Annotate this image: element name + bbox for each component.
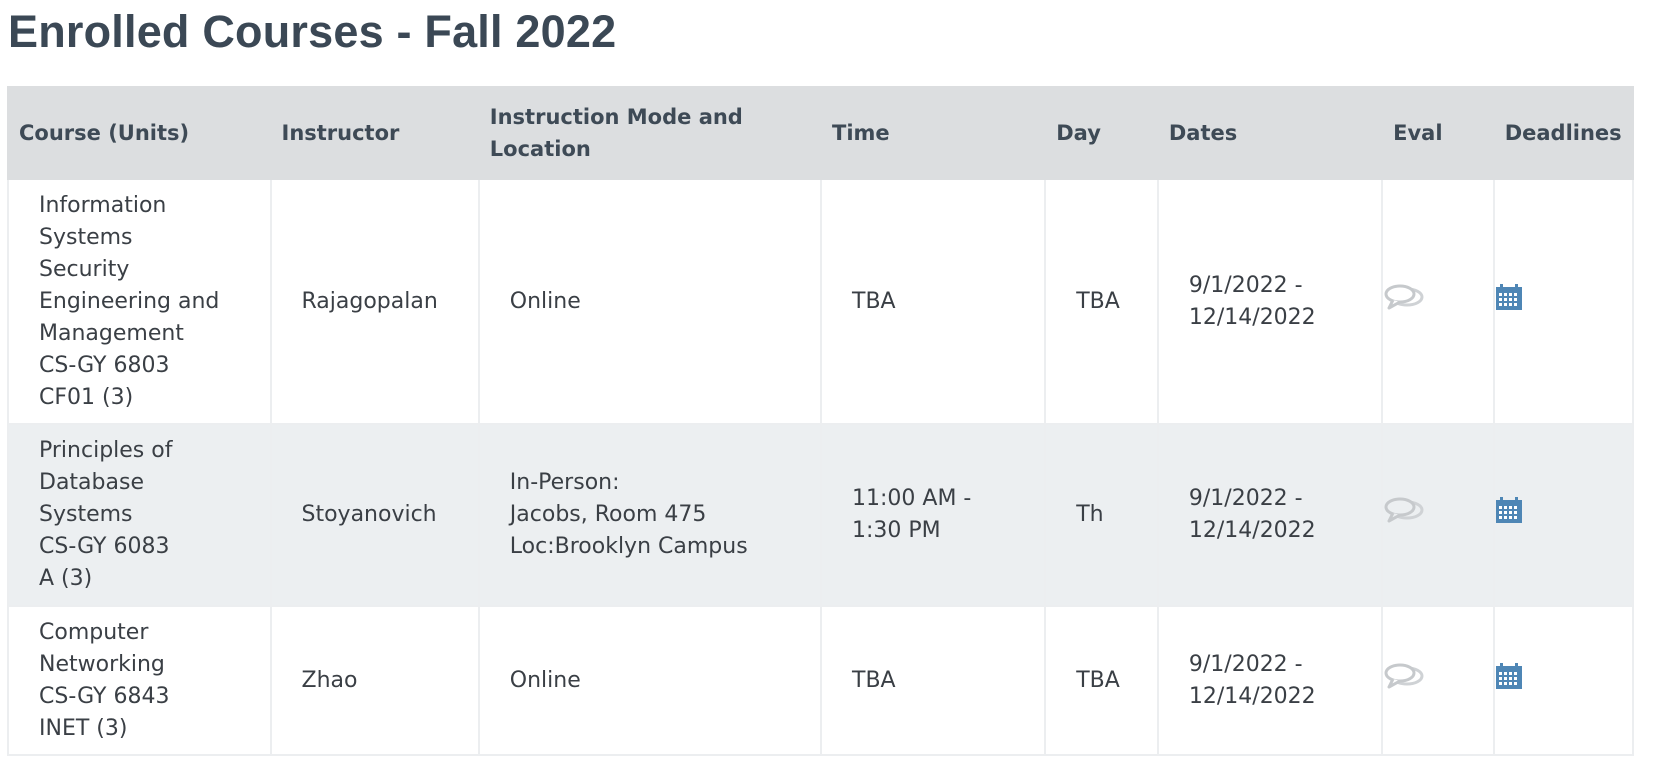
mode-cell: In-Person: Jacobs, Room 475 Loc:Brooklyn… bbox=[477, 423, 823, 607]
page-title: Enrolled Courses - Fall 2022 bbox=[8, 6, 617, 57]
header-time: Time bbox=[819, 86, 1047, 180]
time-cell: 11:00 AM - 1:30 PM bbox=[819, 423, 1047, 607]
speech-bubbles-icon[interactable] bbox=[1383, 283, 1425, 321]
dates-cell: 9/1/2022 - 12/14/2022 bbox=[1156, 605, 1384, 756]
calendar-icon[interactable] bbox=[1495, 283, 1523, 321]
speech-bubbles-icon[interactable] bbox=[1383, 496, 1425, 534]
table-header-row: Course (Units) Instructor Instruction Mo… bbox=[7, 86, 1635, 180]
header-mode: Instruction Mode and Location bbox=[477, 86, 823, 180]
header-day: Day bbox=[1044, 86, 1159, 180]
header-eval: Eval bbox=[1381, 86, 1495, 180]
speech-bubbles-icon[interactable] bbox=[1383, 662, 1425, 700]
instructor-cell: Stoyanovich bbox=[269, 423, 480, 607]
day-cell: Th bbox=[1044, 423, 1159, 607]
time-cell: TBA bbox=[819, 605, 1047, 756]
course-cell: Principles of Database Systems CS-GY 608… bbox=[7, 423, 272, 607]
mode-cell: Online bbox=[477, 178, 823, 425]
header-dates: Dates bbox=[1156, 86, 1384, 180]
header-instructor: Instructor bbox=[269, 86, 480, 180]
eval-cell bbox=[1381, 178, 1495, 425]
course-cell: Computer Networking CS-GY 6843 INET (3) bbox=[7, 605, 272, 756]
time-cell: TBA bbox=[819, 178, 1047, 425]
instructor-cell: Zhao bbox=[269, 605, 480, 756]
dates-cell: 9/1/2022 - 12/14/2022 bbox=[1156, 423, 1384, 607]
deadlines-cell bbox=[1492, 178, 1635, 425]
eval-cell bbox=[1381, 423, 1495, 607]
mode-cell: Online bbox=[477, 605, 823, 756]
day-cell: TBA bbox=[1044, 605, 1159, 756]
calendar-icon[interactable] bbox=[1495, 496, 1523, 534]
table-row: Computer Networking CS-GY 6843 INET (3) … bbox=[7, 605, 1635, 756]
enrolled-courses-page: Enrolled Courses - Fall 2022 Course (Uni… bbox=[0, 0, 1666, 779]
eval-cell bbox=[1381, 605, 1495, 756]
day-cell: TBA bbox=[1044, 178, 1159, 425]
deadlines-cell bbox=[1492, 423, 1635, 607]
header-course: Course (Units) bbox=[7, 86, 272, 180]
instructor-cell: Rajagopalan bbox=[269, 178, 480, 425]
enrolled-courses-table: Course (Units) Instructor Instruction Mo… bbox=[7, 86, 1635, 756]
header-deadlines: Deadlines bbox=[1492, 86, 1635, 180]
calendar-icon[interactable] bbox=[1495, 662, 1523, 700]
course-cell: Information Systems Security Engineering… bbox=[7, 178, 272, 425]
table-row: Information Systems Security Engineering… bbox=[7, 178, 1635, 425]
table-row: Principles of Database Systems CS-GY 608… bbox=[7, 423, 1635, 607]
dates-cell: 9/1/2022 - 12/14/2022 bbox=[1156, 178, 1384, 425]
deadlines-cell bbox=[1492, 605, 1635, 756]
